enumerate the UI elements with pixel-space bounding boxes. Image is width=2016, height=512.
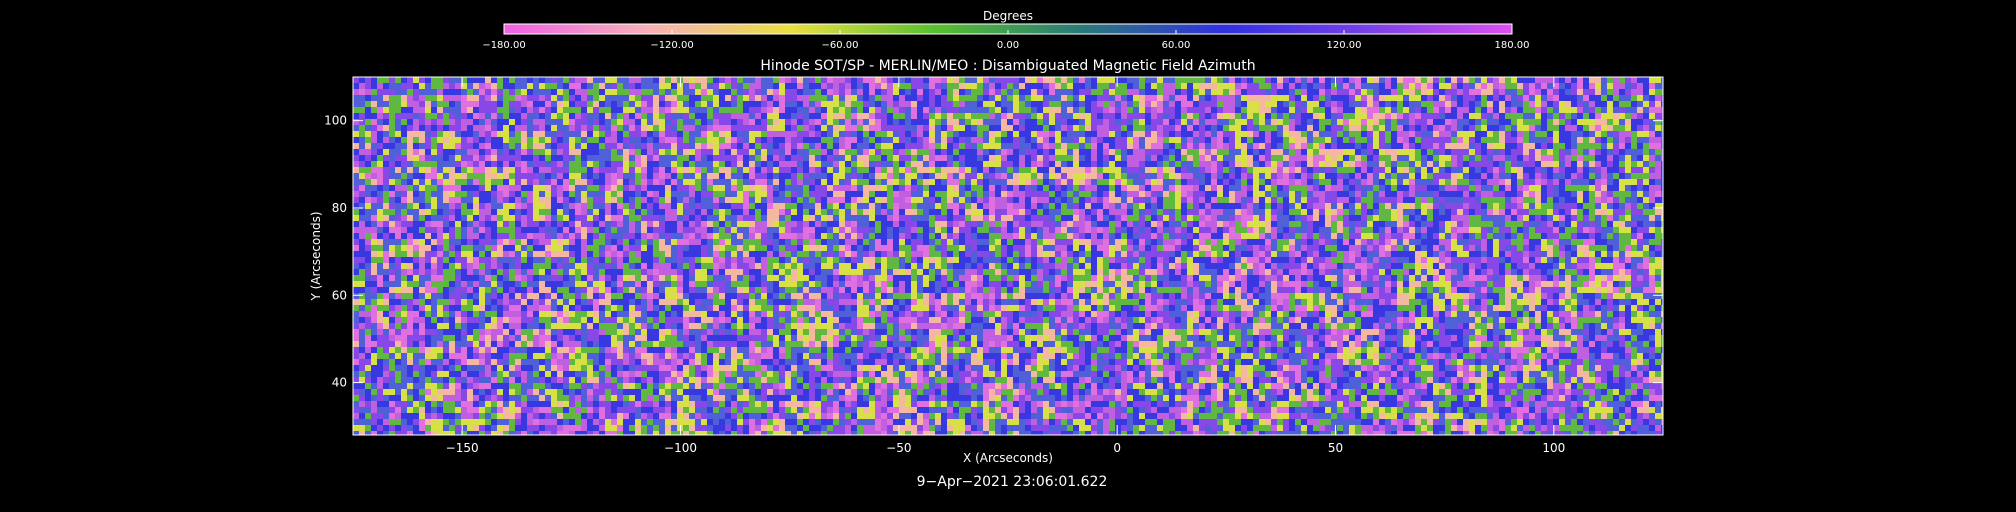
colorbar-tick-label: −120.00	[650, 40, 693, 51]
plot-area: −150 −100 −50 0 50 100 40 60 80 100	[324, 76, 1664, 455]
colorbar-tick-label: −60.00	[821, 40, 858, 51]
colorbar-tick-label: 120.00	[1327, 40, 1362, 51]
colorbar-tick-label: 0.00	[997, 40, 1019, 51]
x-tick-label: −100	[664, 441, 697, 455]
colorbar-tick-label: −180.00	[482, 40, 525, 51]
figure: Degrees −180.00 −120.00 −60.00 0.00 60.00 120…	[309, 9, 1664, 490]
y-tick-label: 100	[324, 114, 347, 128]
x-tick-label: −50	[886, 441, 911, 455]
y-tick-label: 40	[332, 376, 347, 390]
colorbar: Degrees −180.00 −120.00 −60.00 0.00 60.00 120…	[482, 9, 1529, 51]
x-tick-label: 50	[1328, 441, 1343, 455]
x-tick-label: −150	[446, 441, 479, 455]
y-tick-label: 60	[332, 288, 347, 302]
y-axis-label: Y (Arcseconds)	[309, 211, 323, 301]
azimuth-heatmap	[353, 77, 1663, 435]
colorbar-tick-label: 180.00	[1495, 40, 1530, 51]
colorbar-label: Degrees	[983, 9, 1033, 23]
x-tick-label: 100	[1542, 441, 1565, 455]
timestamp: 9−Apr−2021 23:06:01.622	[917, 474, 1108, 490]
x-axis-label: X (Arcseconds)	[963, 451, 1053, 465]
y-tick-label: 80	[332, 201, 347, 215]
chart-title: Hinode SOT/SP - MERLIN/MEO : Disambiguat…	[760, 58, 1255, 74]
colorbar-tick-label: 60.00	[1162, 40, 1191, 51]
x-tick-label: 0	[1113, 441, 1121, 455]
